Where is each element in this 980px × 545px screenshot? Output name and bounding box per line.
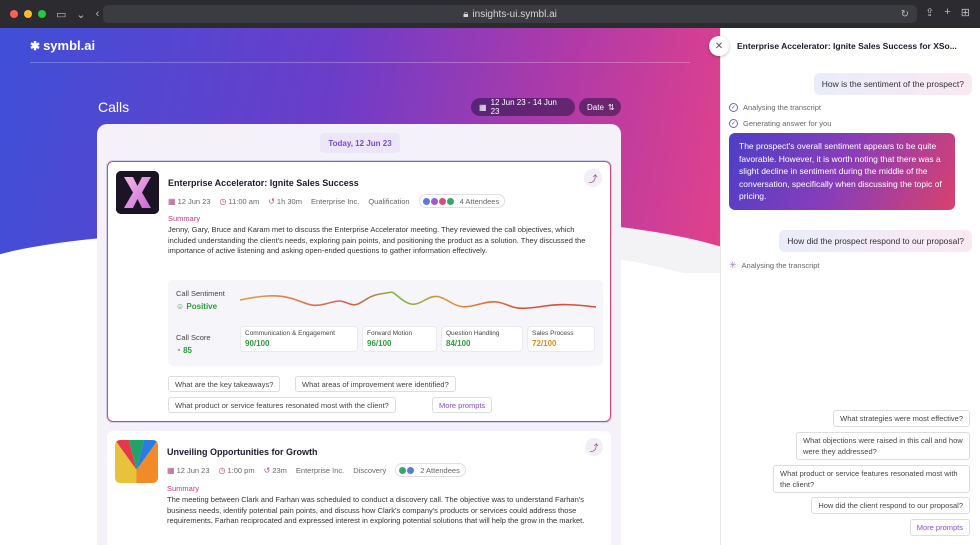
duration-icon: ↺ <box>263 465 271 475</box>
call-thumbnail <box>116 171 159 214</box>
minimize-window-button[interactable] <box>24 10 32 18</box>
tab-overview-icon[interactable]: ⊞ <box>961 6 970 19</box>
more-prompts-button[interactable]: More prompts <box>432 397 493 413</box>
date-group-header: Today, 12 Jun 23 <box>320 133 400 153</box>
back-icon[interactable]: ‹ <box>96 8 100 20</box>
brand-logo[interactable]: ✱ symbl.ai <box>30 38 95 53</box>
sentiment-value: ☺ Positive <box>176 302 218 311</box>
prompt-chip[interactable]: What are the key takeaways? <box>168 376 281 392</box>
attendees-badge[interactable]: 4 Attendees <box>418 194 506 208</box>
spinner-icon: ✳ <box>729 260 737 270</box>
share-icon[interactable]: ⤴ <box>585 438 603 456</box>
reload-icon[interactable]: ↻ <box>901 9 909 20</box>
check-icon: ✓ <box>729 103 738 112</box>
score-label: Call Score <box>176 333 211 342</box>
summary-heading: Summary <box>168 214 201 223</box>
panel-title: Enterprise Accelerator: Ignite Sales Suc… <box>737 41 957 51</box>
close-panel-button[interactable]: ✕ <box>709 36 729 56</box>
metric-card: Sales Process 72/100 <box>527 326 595 352</box>
suggested-prompt[interactable]: What objections were raised in this call… <box>796 432 970 460</box>
score-value: ◔ 85 <box>176 346 192 355</box>
page-title: Calls <box>98 99 130 115</box>
call-card[interactable]: Unveiling Opportunities for Growth ⤴ ▦ 12… <box>107 431 611 545</box>
lock-icon: 🔒︎ <box>463 8 469 20</box>
call-card[interactable]: Enterprise Accelerator: Ignite Sales Suc… <box>107 161 611 422</box>
company-name: Enterprise Inc. <box>310 196 360 206</box>
sidebar-toggle-icon[interactable]: ▭ <box>56 8 66 21</box>
metric-card: Question Handling 84/100 <box>441 326 523 352</box>
calls-list: Today, 12 Jun 23 Enterprise Accelerator:… <box>97 124 621 545</box>
duration-icon: ↺ <box>268 196 275 206</box>
summary-heading: Summary <box>167 484 200 493</box>
call-meta: ▦ 12 Jun 23 ◷ 1:00 pm ↺ 23m Enterprise Inc.… <box>167 463 466 477</box>
new-tab-icon[interactable]: + <box>944 6 950 19</box>
user-question: How did the prospect respond to our prop… <box>779 230 972 252</box>
metric-card: Forward Motion 96/100 <box>362 326 437 352</box>
share-icon[interactable]: ⇪ <box>925 6 934 19</box>
browser-toolbar: ▭ ⌄ ‹ 🔒︎ insights-ui.symbl.ai ↻ ⇪ + ⊞ <box>0 0 980 28</box>
ask-ai-panel: Enterprise Accelerator: Ignite Sales Suc… <box>720 28 980 545</box>
clock-icon: ◷ <box>219 196 227 206</box>
maximize-window-button[interactable] <box>38 10 46 18</box>
metric-card: Communication & Engagement 90/100 <box>240 326 358 352</box>
calendar-icon: ▦ <box>168 196 176 206</box>
prompt-chip[interactable]: What areas of improvement were identifie… <box>295 376 456 392</box>
call-summary: Jenny, Gary, Bruce and Karam met to disc… <box>168 225 586 255</box>
call-stats: Call Sentiment ☺ Positive Call Score ◔ 8… <box>168 280 603 366</box>
date-range-filter[interactable]: ▦ 12 Jun 23 - 14 Jun 23 <box>471 98 575 116</box>
status-line: ✓ Generating answer for you <box>729 119 832 128</box>
company-name: Enterprise Inc. <box>295 465 345 475</box>
deal-stage: Qualification <box>368 196 410 206</box>
status-line: ✳ Analysing the transcript <box>729 260 820 270</box>
user-question: How is the sentiment of the prospect? <box>813 73 972 95</box>
deal-stage: Discovery <box>353 465 387 475</box>
calendar-icon: ▦ <box>479 102 487 112</box>
gauge-icon: ◔ <box>176 346 181 355</box>
more-prompts-button[interactable]: More prompts <box>909 519 970 536</box>
call-title[interactable]: Enterprise Accelerator: Ignite Sales Suc… <box>168 178 359 188</box>
chevron-down-icon[interactable]: ⌄ <box>76 8 85 21</box>
url-text: insights-ui.symbl.ai <box>472 8 557 20</box>
sort-icon: ⇅ <box>607 102 615 112</box>
avatar <box>445 196 455 206</box>
close-window-button[interactable] <box>10 10 18 18</box>
ai-answer: The prospect's overall sentiment appears… <box>729 133 955 210</box>
sentiment-label: Call Sentiment <box>176 289 225 298</box>
suggested-prompt[interactable]: How did the client respond to our propos… <box>811 497 970 514</box>
suggested-prompt[interactable]: What strategies were most effective? <box>833 410 970 427</box>
call-thumbnail <box>115 440 158 483</box>
logo-icon: ✱ <box>30 38 41 53</box>
clock-icon: ◷ <box>218 465 226 475</box>
close-icon: ✕ <box>714 40 724 52</box>
check-icon: ✓ <box>729 119 738 128</box>
suggested-prompt[interactable]: What product or service features resonat… <box>773 465 970 493</box>
address-bar[interactable]: 🔒︎ insights-ui.symbl.ai ↻ <box>103 5 917 23</box>
sort-button[interactable]: Date ⇅ <box>579 98 621 116</box>
avatar <box>406 465 416 475</box>
divider <box>30 62 690 63</box>
call-meta: ▦ 12 Jun 23 ◷ 11:00 am ↺ 1h 30m Enterprise … <box>168 194 506 208</box>
prompt-chip[interactable]: What product or service features resonat… <box>168 397 396 413</box>
call-summary: The meeting between Clark and Farhan was… <box>167 495 585 525</box>
call-title[interactable]: Unveiling Opportunities for Growth <box>167 447 318 457</box>
attendees-badge[interactable]: 2 Attendees <box>395 463 466 477</box>
calendar-icon: ▦ <box>167 465 175 475</box>
share-icon[interactable]: ⤴ <box>584 169 602 187</box>
sentiment-chart <box>240 291 596 310</box>
status-line: ✓ Analysing the transcript <box>729 103 821 112</box>
